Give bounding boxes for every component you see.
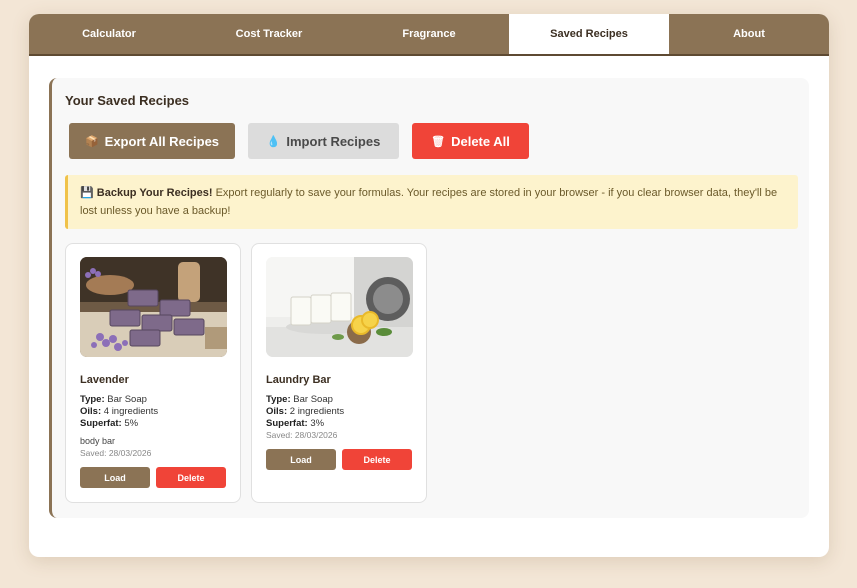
package-icon: 📦 — [84, 135, 99, 148]
export-all-button[interactable]: 📦 Export All Recipes — [69, 123, 235, 159]
recipe-name: Lavender — [80, 374, 129, 386]
recipe-notes: body bar — [80, 436, 116, 446]
load-recipe-button[interactable]: Load — [80, 467, 150, 488]
panel-title: Your Saved Recipes — [65, 93, 190, 108]
recipe-details: Type: Bar Soap Oils: 4 ingredients Super… — [80, 394, 159, 429]
tab-calculator[interactable]: Calculator — [29, 14, 189, 54]
recipe-card-lavender: Lavender Type: Bar Soap Oils: 4 ingredie… — [65, 243, 241, 503]
backup-alert: 💾 Backup Your Recipes! Export regularly … — [65, 175, 798, 229]
recipe-oils: 4 ingredients — [103, 406, 159, 417]
app-window: Calculator Cost Tracker Fragrance Saved … — [29, 14, 829, 557]
delete-all-label: Delete All — [451, 133, 510, 149]
load-recipe-button[interactable]: Load — [266, 449, 336, 470]
import-recipes-label: Import Recipes — [286, 133, 381, 149]
recipe-name: Laundry Bar — [266, 374, 331, 386]
recipe-superfat: 5% — [124, 418, 139, 429]
export-all-label: Export All Recipes — [104, 133, 220, 149]
recipe-saved-date: Saved: 28/03/2026 — [266, 430, 338, 440]
recipe-superfat: 3% — [310, 418, 325, 429]
recipe-details: Type: Bar Soap Oils: 2 ingredients Super… — [266, 394, 345, 429]
trash-icon: 🗑 — [431, 135, 446, 148]
tab-about[interactable]: About — [669, 14, 829, 54]
recipe-type: Bar Soap — [293, 394, 333, 405]
delete-recipe-button[interactable]: Delete — [156, 467, 226, 488]
delete-recipe-button[interactable]: Delete — [342, 449, 412, 470]
recipe-card-laundry-bar: Laundry Bar Type: Bar Soap Oils: 2 ingre… — [251, 243, 427, 503]
recipe-image-laundry-soap — [266, 257, 413, 357]
floppy-disk-icon: 💾 — [80, 187, 94, 199]
recipe-saved-date: Saved: 28/03/2026 — [80, 448, 152, 458]
droplet-icon: 💧 — [266, 135, 281, 148]
saved-recipes-panel: Your Saved Recipes 📦 Export All Recipes … — [49, 78, 809, 518]
delete-all-button[interactable]: 🗑 Delete All — [412, 123, 529, 159]
import-recipes-button[interactable]: 💧 Import Recipes — [248, 123, 399, 159]
tab-fragrance[interactable]: Fragrance — [349, 14, 509, 54]
recipe-type: Bar Soap — [107, 394, 147, 405]
tab-bar: Calculator Cost Tracker Fragrance Saved … — [29, 14, 829, 56]
recipe-oils: 2 ingredients — [289, 406, 345, 417]
tab-cost-tracker[interactable]: Cost Tracker — [189, 14, 349, 54]
backup-alert-title: Backup Your Recipes! — [96, 187, 213, 199]
recipe-image-lavender-soap — [80, 257, 227, 357]
tab-saved-recipes[interactable]: Saved Recipes — [509, 14, 669, 54]
